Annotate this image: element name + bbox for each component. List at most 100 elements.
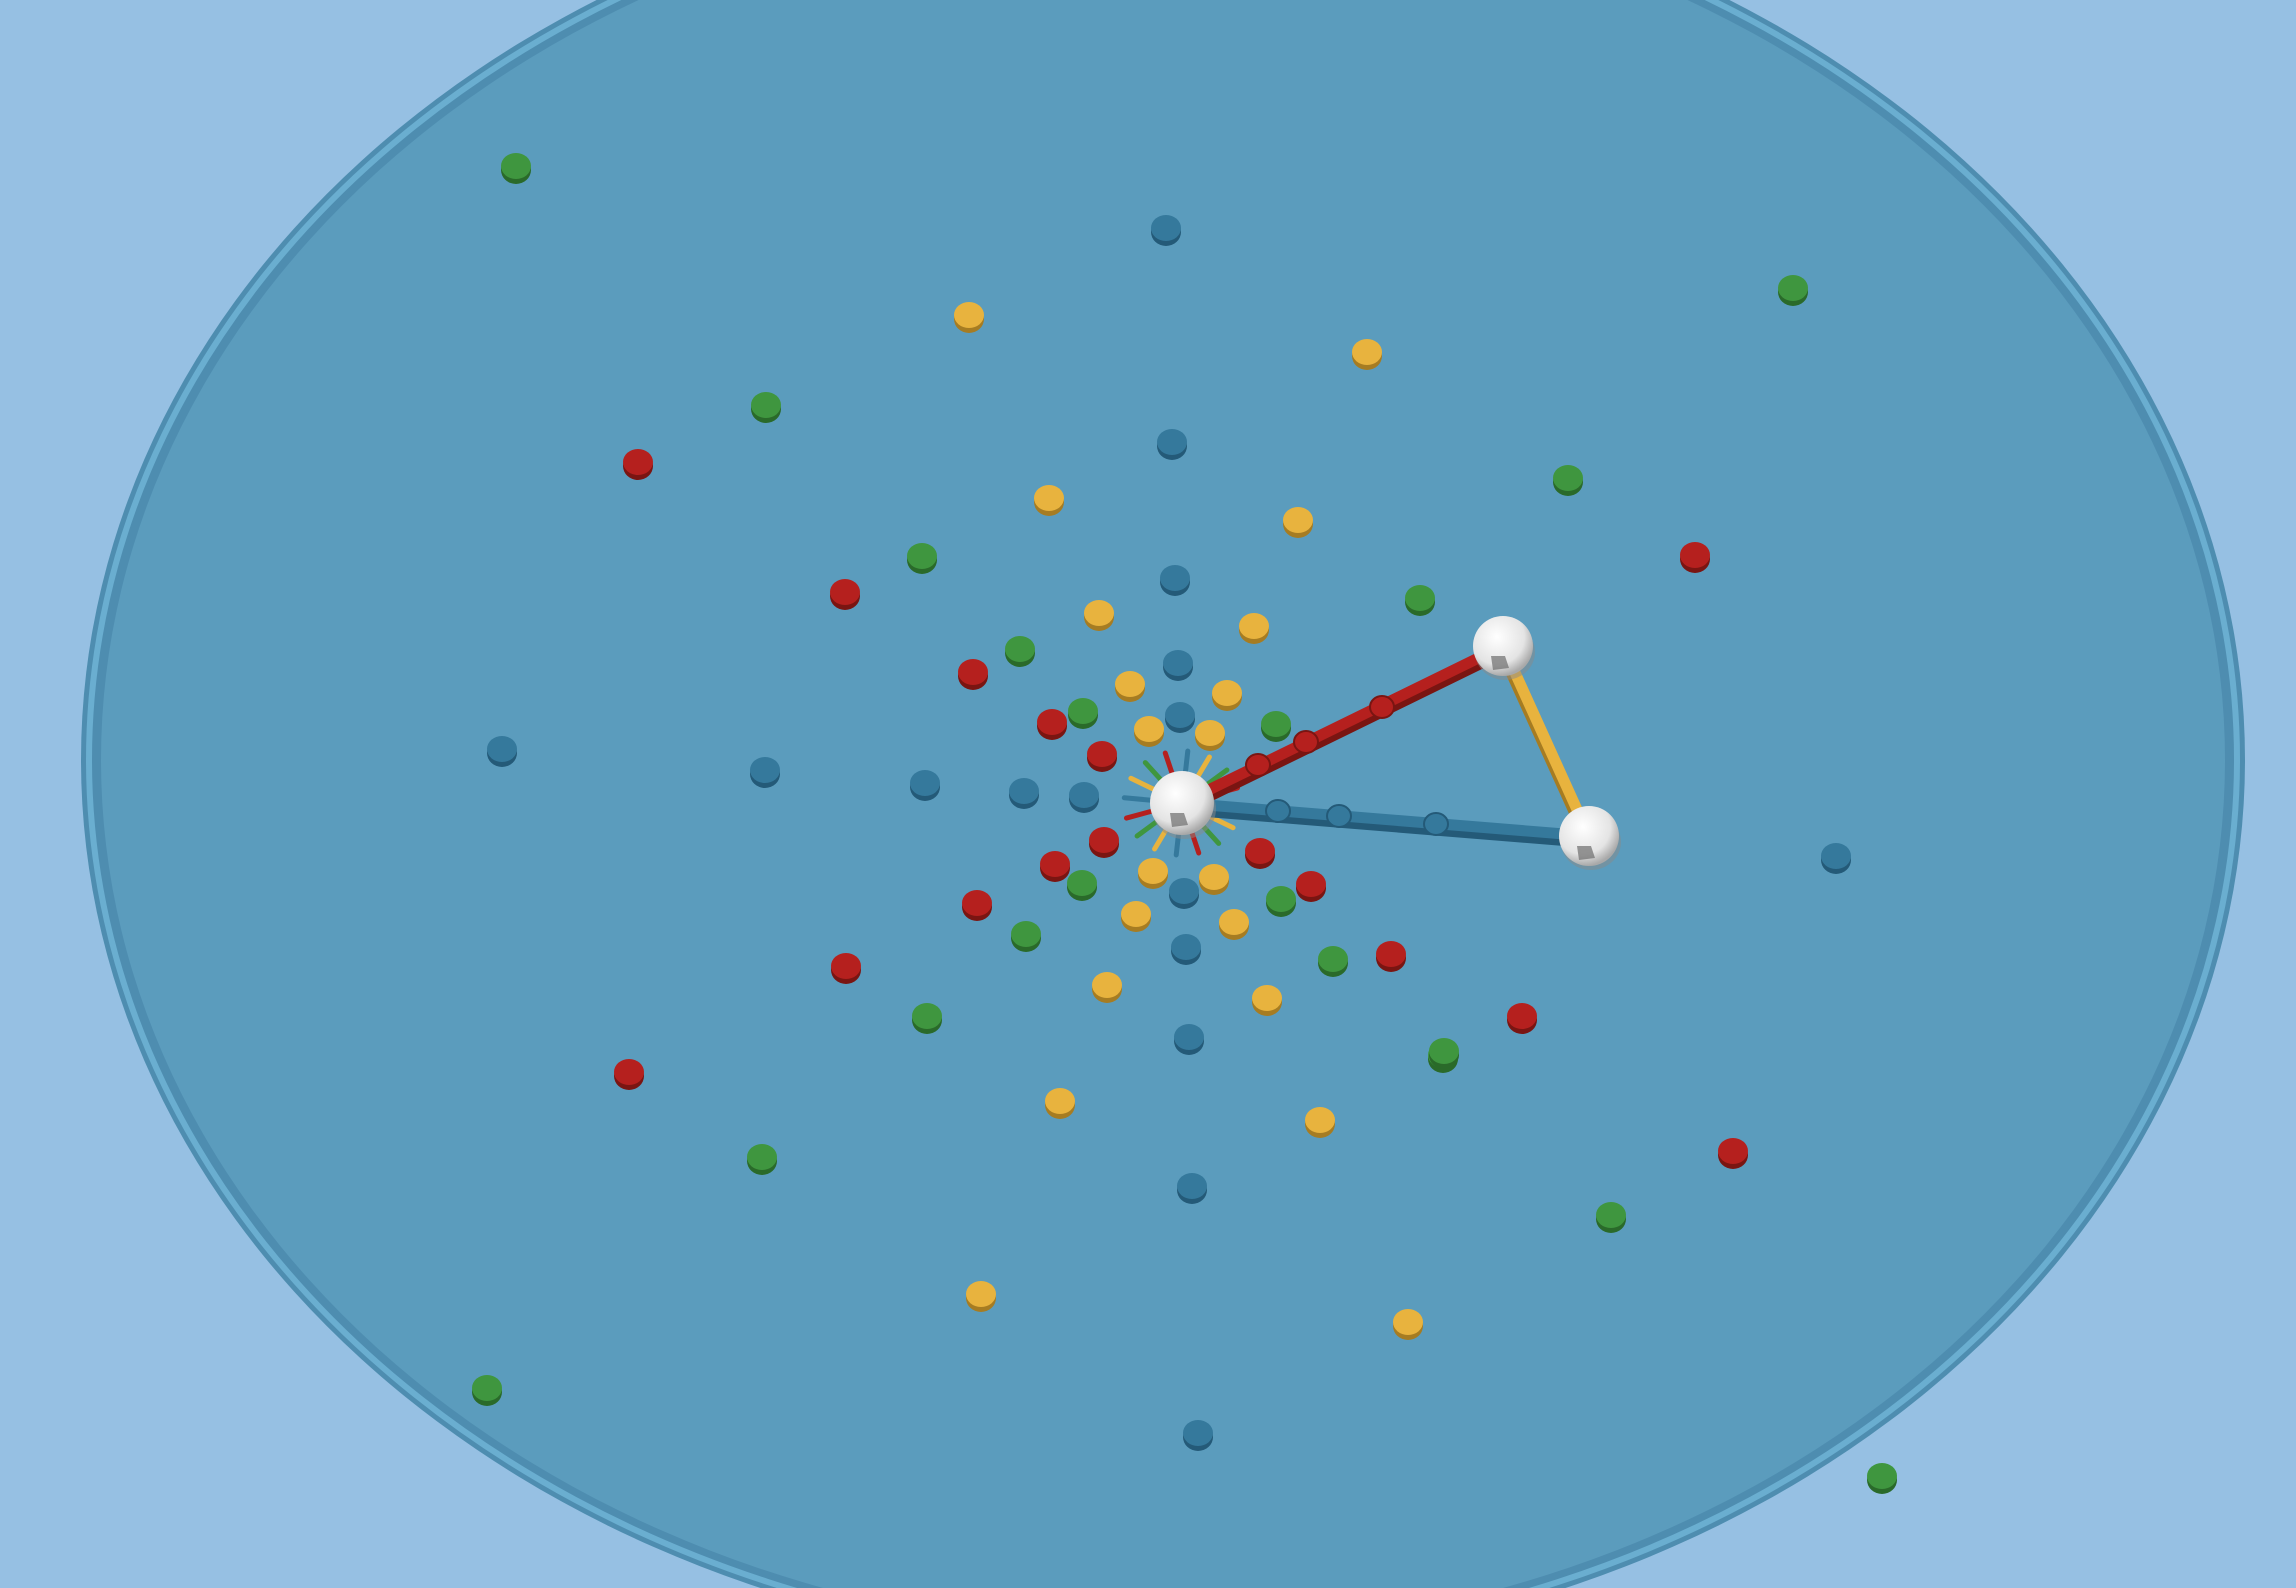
blue-peg[interactable] — [1169, 878, 1199, 909]
blue-peg-top — [1171, 934, 1201, 960]
yellow-peg-top — [1212, 680, 1242, 706]
blue-peg[interactable] — [910, 770, 940, 801]
red-rod-bead — [1245, 753, 1271, 777]
green-peg[interactable] — [501, 153, 531, 184]
red-peg-top — [830, 579, 860, 605]
red-peg[interactable] — [1296, 871, 1326, 902]
yellow-peg[interactable] — [1084, 600, 1114, 631]
blue-peg[interactable] — [1009, 778, 1039, 809]
yellow-peg-top — [1252, 985, 1282, 1011]
red-peg[interactable] — [614, 1059, 644, 1090]
red-peg[interactable] — [962, 890, 992, 921]
red-peg[interactable] — [1037, 709, 1067, 740]
blue-peg[interactable] — [1165, 702, 1195, 733]
yellow-peg[interactable] — [1138, 858, 1168, 889]
yellow-peg-top — [1115, 671, 1145, 697]
yellow-peg[interactable] — [1195, 720, 1225, 751]
blue-peg[interactable] — [750, 757, 780, 788]
green-peg[interactable] — [1429, 1038, 1459, 1069]
red-peg[interactable] — [1376, 941, 1406, 972]
blue-peg[interactable] — [487, 736, 517, 767]
blue-rod-bead — [1423, 812, 1449, 836]
yellow-peg[interactable] — [966, 1281, 996, 1312]
green-peg-top — [1068, 698, 1098, 724]
green-peg[interactable] — [747, 1144, 777, 1175]
blue-peg[interactable] — [1171, 934, 1201, 965]
green-peg[interactable] — [1778, 275, 1808, 306]
green-peg[interactable] — [1318, 946, 1348, 977]
red-peg[interactable] — [1507, 1003, 1537, 1034]
red-peg[interactable] — [1040, 851, 1070, 882]
red-peg-top — [1376, 941, 1406, 967]
yellow-peg[interactable] — [1115, 671, 1145, 702]
yellow-peg[interactable] — [1252, 985, 1282, 1016]
blue-peg[interactable] — [1069, 782, 1099, 813]
green-peg[interactable] — [1261, 711, 1291, 742]
green-peg[interactable] — [1266, 886, 1296, 917]
green-peg[interactable] — [1405, 585, 1435, 616]
yellow-peg-top — [1283, 507, 1313, 533]
green-peg-top — [747, 1144, 777, 1170]
red-peg[interactable] — [958, 659, 988, 690]
blue-peg[interactable] — [1174, 1024, 1204, 1055]
yellow-peg[interactable] — [1239, 613, 1269, 644]
blue-peg[interactable] — [1177, 1173, 1207, 1204]
yellow-peg[interactable] — [1034, 485, 1064, 516]
red-peg[interactable] — [1245, 838, 1275, 869]
red-peg-top — [1040, 851, 1070, 877]
red-peg-top — [962, 890, 992, 916]
green-peg[interactable] — [472, 1375, 502, 1406]
game-board-scene[interactable] — [0, 0, 2296, 1588]
green-peg[interactable] — [1011, 921, 1041, 952]
yellow-peg[interactable] — [1134, 716, 1164, 747]
green-peg[interactable] — [1596, 1202, 1626, 1233]
blue-peg[interactable] — [1151, 215, 1181, 246]
green-peg-top — [1266, 886, 1296, 912]
yellow-peg[interactable] — [1393, 1309, 1423, 1340]
yellow-peg-top — [1239, 613, 1269, 639]
yellow-peg[interactable] — [1092, 972, 1122, 1003]
red-peg-top — [1037, 709, 1067, 735]
red-peg[interactable] — [830, 579, 860, 610]
yellow-peg-top — [1121, 901, 1151, 927]
green-peg[interactable] — [1067, 870, 1097, 901]
blue-peg[interactable] — [1183, 1420, 1213, 1451]
yellow-peg[interactable] — [1305, 1107, 1335, 1138]
red-peg[interactable] — [831, 953, 861, 984]
yellow-peg[interactable] — [1121, 901, 1151, 932]
red-peg[interactable] — [1089, 827, 1119, 858]
yellow-peg[interactable] — [1283, 507, 1313, 538]
yellow-peg-top — [1045, 1088, 1075, 1114]
yellow-peg[interactable] — [1352, 339, 1382, 370]
green-peg[interactable] — [1005, 636, 1035, 667]
green-peg[interactable] — [907, 543, 937, 574]
green-peg[interactable] — [1068, 698, 1098, 729]
yellow-peg-top — [1034, 485, 1064, 511]
blue-peg[interactable] — [1163, 650, 1193, 681]
blue-peg-top — [910, 770, 940, 796]
yellow-peg-top — [1352, 339, 1382, 365]
green-peg-top — [1778, 275, 1808, 301]
blue-peg[interactable] — [1821, 843, 1851, 874]
green-peg[interactable] — [1867, 1463, 1897, 1494]
red-peg[interactable] — [1680, 542, 1710, 573]
green-peg-top — [1005, 636, 1035, 662]
green-peg-top — [1596, 1202, 1626, 1228]
green-peg-top — [1067, 870, 1097, 896]
green-peg[interactable] — [751, 392, 781, 423]
yellow-peg[interactable] — [954, 302, 984, 333]
red-peg[interactable] — [1087, 741, 1117, 772]
yellow-peg[interactable] — [1199, 864, 1229, 895]
yellow-peg[interactable] — [1212, 680, 1242, 711]
blue-peg[interactable] — [1160, 565, 1190, 596]
red-peg[interactable] — [623, 449, 653, 480]
red-peg-top — [831, 953, 861, 979]
green-peg[interactable] — [1553, 465, 1583, 496]
red-peg-top — [1087, 741, 1117, 767]
yellow-peg[interactable] — [1219, 909, 1249, 940]
green-peg[interactable] — [912, 1003, 942, 1034]
yellow-peg[interactable] — [1045, 1088, 1075, 1119]
blue-peg[interactable] — [1157, 429, 1187, 460]
red-peg[interactable] — [1718, 1138, 1748, 1169]
green-peg-top — [472, 1375, 502, 1401]
